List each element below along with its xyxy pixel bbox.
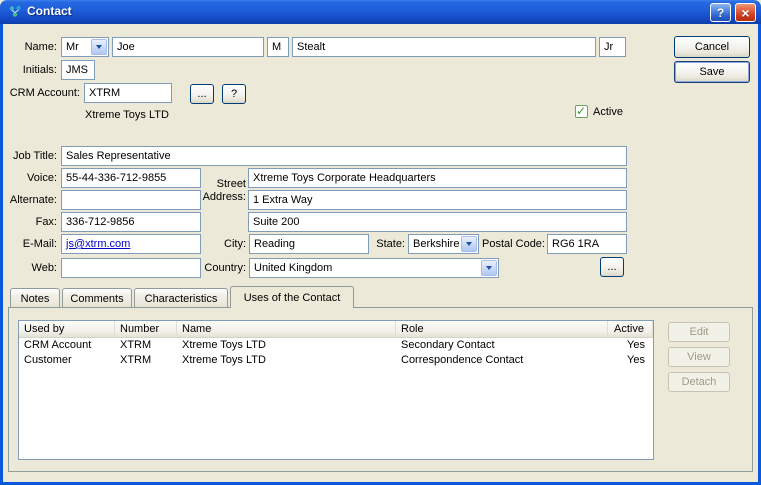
tab-characteristics[interactable]: Characteristics [134,288,228,308]
name-prefix-select[interactable]: Mr [61,37,109,57]
street-address-label: Street Address: [202,178,246,204]
street-address-line2-input[interactable] [248,190,627,210]
alternate-label: Alternate: [6,194,57,206]
cell-number: XTRM [115,353,177,368]
edit-button[interactable]: Edit [668,322,730,342]
table-row[interactable]: Customer XTRM Xtreme Toys LTD Correspond… [19,353,653,368]
crm-account-help-button[interactable]: ? [222,84,246,104]
job-title-label: Job Title: [6,150,57,162]
active-checkbox[interactable] [575,105,588,118]
state-select[interactable]: Berkshire [408,234,479,254]
tab-uses-of-the-contact[interactable]: Uses of the Contact [230,286,354,308]
initials-label: Initials: [6,64,57,76]
contact-window: Contact ? × Name: Mr Cancel Initials: Sa… [0,0,761,485]
job-title-input[interactable] [61,146,627,166]
name-label: Name: [6,41,57,53]
table-row[interactable]: CRM Account XTRM Xtreme Toys LTD Seconda… [19,338,653,353]
crm-account-label: CRM Account: [6,87,80,99]
postal-code-input[interactable] [547,234,627,254]
email-field[interactable]: js@xtrm.com [61,234,201,254]
country-select[interactable]: United Kingdom [249,258,499,278]
cell-name: Xtreme Toys LTD [177,338,396,353]
name-prefix-value: Mr [62,41,90,53]
chevron-down-icon [481,260,497,276]
cell-used-by: Customer [19,353,115,368]
fax-input[interactable] [61,212,201,232]
web-label: Web: [6,262,57,274]
titlebar: Contact ? × [0,0,761,24]
column-header-role[interactable]: Role [396,321,608,338]
crm-account-display-name: Xtreme Toys LTD [85,109,169,121]
uses-table[interactable]: Used by Number Name Role Active CRM Acco… [18,320,654,460]
cell-name: Xtreme Toys LTD [177,353,396,368]
crm-account-input[interactable] [84,83,172,103]
street-address-line3-input[interactable] [248,212,627,232]
country-lookup-button[interactable]: ... [600,257,624,277]
state-value: Berkshire [409,238,460,250]
fax-label: Fax: [6,216,57,228]
country-label: Country: [200,262,246,274]
titlebar-close-button[interactable]: × [735,3,756,22]
window-title: Contact [27,4,72,18]
alternate-input[interactable] [61,190,201,210]
suffix-input[interactable] [599,37,626,57]
first-name-input[interactable] [112,37,264,57]
cell-number: XTRM [115,338,177,353]
cell-active: Yes [608,338,653,353]
column-header-name[interactable]: Name [177,321,396,338]
street-address-line1-input[interactable] [248,168,627,188]
save-button[interactable]: Save [674,61,750,83]
cell-role: Secondary Contact [396,338,608,353]
tab-comments[interactable]: Comments [62,288,132,308]
email-link[interactable]: js@xtrm.com [66,238,130,250]
voice-label: Voice: [6,172,57,184]
country-value: United Kingdom [250,262,480,274]
chevron-down-icon [461,236,477,252]
column-header-active[interactable]: Active [608,321,653,338]
street-address-label-line1: Street [202,178,246,191]
cell-used-by: CRM Account [19,338,115,353]
view-button[interactable]: View [668,347,730,367]
cancel-button[interactable]: Cancel [674,36,750,58]
cell-active: Yes [608,353,653,368]
cell-role: Correspondence Contact [396,353,608,368]
contact-icon [7,4,23,20]
street-address-label-line2: Address: [202,191,246,204]
initials-input[interactable] [61,60,95,80]
tab-notes[interactable]: Notes [10,288,60,308]
crm-account-lookup-button[interactable]: ... [190,84,214,104]
voice-input[interactable] [61,168,201,188]
window-border [0,24,3,485]
city-input[interactable] [249,234,369,254]
email-label: E-Mail: [6,238,57,250]
state-label: State: [372,238,405,250]
detach-button[interactable]: Detach [668,372,730,392]
middle-initial-input[interactable] [267,37,289,57]
column-header-number[interactable]: Number [115,321,177,338]
titlebar-help-button[interactable]: ? [710,3,731,22]
active-label: Active [593,106,623,118]
column-header-used-by[interactable]: Used by [19,321,115,338]
table-header: Used by Number Name Role Active [19,321,653,338]
chevron-down-icon [91,39,107,55]
web-input[interactable] [61,258,201,278]
last-name-input[interactable] [292,37,596,57]
postal-code-label: Postal Code: [482,238,545,250]
city-label: City: [206,238,246,250]
